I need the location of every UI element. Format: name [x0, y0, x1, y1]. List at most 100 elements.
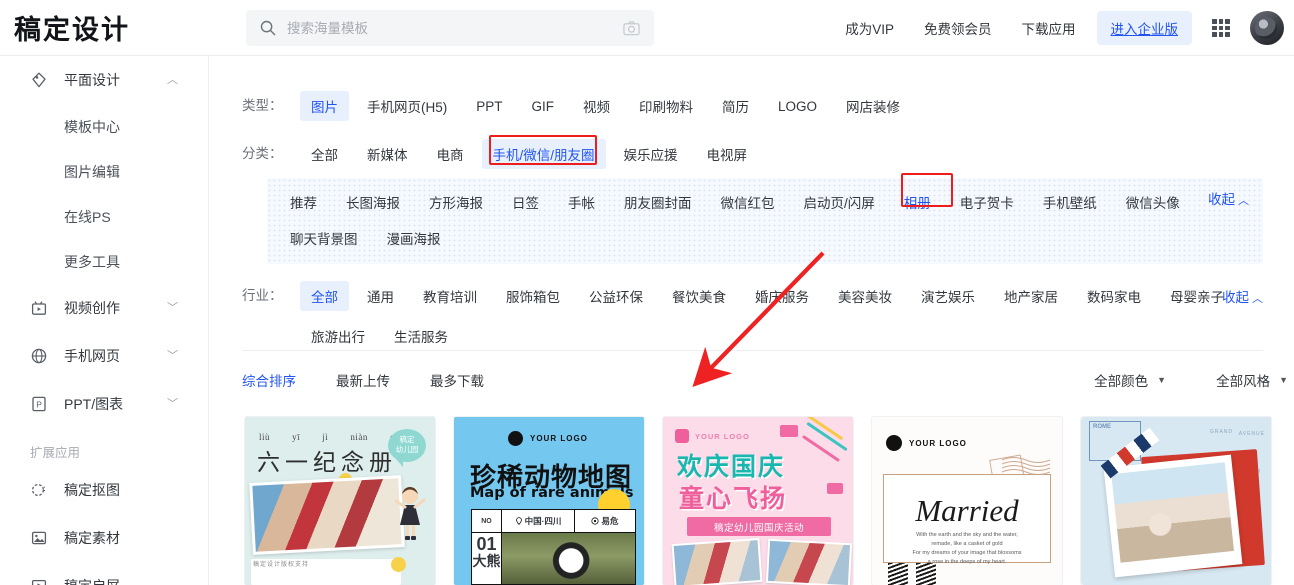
template-card-kindergarten-album[interactable]: liù yī jì niàn cè 六一纪念册 稿定 幼儿园 [245, 417, 435, 585]
sort-newest[interactable]: 最新上传 [336, 370, 390, 390]
sidebar-group-video-creation[interactable]: 视频创作 ﹀ [0, 284, 208, 332]
subcategory-collapse-button[interactable]: 收起 ︿ [1208, 188, 1249, 208]
card4-logo-text: YOUR LOGO [909, 438, 967, 448]
template-card-rare-animals-map[interactable]: YOUR LOGO 珍稀动物地图 Map of rare animals NO … [454, 417, 644, 585]
industry-collapse-button[interactable]: 收起 ︿ [1222, 286, 1263, 307]
sidebar-item-more-tools[interactable]: 更多工具 [0, 239, 208, 284]
sort-comprehensive[interactable]: 综合排序 [242, 370, 296, 390]
subcat-square-poster[interactable]: 方形海报 [420, 188, 492, 216]
card4-title: Married [915, 493, 1019, 528]
subcat-ecard[interactable]: 电子贺卡 [951, 188, 1023, 216]
type-chip-logo[interactable]: LOGO [767, 94, 828, 119]
search-input[interactable] [287, 20, 623, 36]
video-icon [30, 299, 48, 317]
card2-logo-row: YOUR LOGO [508, 431, 588, 446]
subcat-notebook[interactable]: 手帐 [559, 188, 604, 216]
type-chip-video[interactable]: 视频 [572, 91, 621, 121]
sidebar-item-template-center[interactable]: 模板中心 [0, 104, 208, 149]
industry-chip-realestate[interactable]: 地产家居 [993, 281, 1069, 311]
sidebar-item-image-edit[interactable]: 图片编辑 [0, 149, 208, 194]
chevron-down-icon[interactable]: ﹀ [167, 398, 178, 410]
style-filter-select[interactable]: 全部风格 ▼ [1216, 370, 1288, 390]
subcat-daily-sign[interactable]: 日签 [503, 188, 548, 216]
subcat-comic-poster[interactable]: 漫画海报 [378, 224, 450, 252]
enterprise-edition-button[interactable]: 进入企业版 [1096, 11, 1192, 45]
category-chip-ecommerce[interactable]: 电商 [426, 139, 475, 169]
template-card-national-day[interactable]: YOUR LOGO 欢庆国庆 童心飞扬 稿定幼儿园国庆活动 [663, 417, 853, 585]
chevron-down-icon[interactable]: ﹀ [167, 350, 178, 362]
type-chip-print[interactable]: 印刷物料 [628, 91, 704, 121]
card3-logo-text: YOUR LOGO [695, 431, 750, 441]
industry-chip-food[interactable]: 餐饮美食 [661, 281, 737, 311]
camera-icon[interactable] [623, 20, 640, 37]
decor-flag [780, 425, 798, 437]
logo-mark-icon [508, 431, 523, 446]
sidebar-group-mobile-page[interactable]: 手机网页 ﹀ [0, 332, 208, 380]
subcat-album[interactable]: 相册 [895, 188, 940, 216]
template-card-travel-photo[interactable]: ROME GRAND AVENUE DREAD UNITED KINGDOM [1081, 417, 1271, 585]
sidebar-item-online-ps[interactable]: 在线PS [0, 194, 208, 239]
subcat-wechat-avatar[interactable]: 微信头像 [1117, 188, 1189, 216]
subcat-splash-screen[interactable]: 启动页/闪屏 [795, 188, 884, 216]
grid-apps-icon[interactable] [1212, 19, 1230, 37]
industry-chip-education[interactable]: 教育培训 [412, 281, 488, 311]
color-filter-select[interactable]: 全部颜色 ▼ [1094, 370, 1166, 390]
subcat-phone-wallpaper[interactable]: 手机壁纸 [1034, 188, 1106, 216]
industry-chip-beauty[interactable]: 美容美妆 [827, 281, 903, 311]
card3-line2: 童心飞扬 [679, 484, 788, 513]
card1-girl-illustration [393, 485, 427, 541]
sidebar-section-title: 扩展应用 [30, 445, 81, 460]
pinyin-2: yī [292, 432, 301, 442]
header-link-download-app[interactable]: 下载应用 [1007, 18, 1091, 38]
image-icon [30, 529, 48, 547]
card2-panel-body: 01 大熊 [472, 533, 635, 584]
sidebar-item-splash[interactable]: 稿定启屏 [0, 562, 208, 585]
industry-chip-public-welfare[interactable]: 公益环保 [578, 281, 654, 311]
type-chip-h5[interactable]: 手机网页(H5) [356, 91, 458, 121]
sort-most-downloaded[interactable]: 最多下载 [430, 370, 484, 390]
chevron-up-icon[interactable]: ︿ [167, 74, 178, 86]
type-chip-image[interactable]: 图片 [300, 91, 349, 121]
sidebar-item-cutout[interactable]: 稿定抠图 [0, 466, 208, 514]
industry-chip-apparel[interactable]: 服饰箱包 [495, 281, 571, 311]
industry-chip-travel[interactable]: 旅游出行 [300, 321, 376, 351]
card3-photo-1 [671, 537, 763, 585]
subcat-long-poster[interactable]: 长图海报 [337, 188, 409, 216]
industry-chip-wedding[interactable]: 婚庆服务 [744, 281, 820, 311]
subcat-chat-background[interactable]: 聊天背景图 [281, 224, 367, 252]
sidebar-group-graphic-design[interactable]: 平面设计 ︿ [0, 56, 208, 104]
avatar[interactable] [1250, 11, 1284, 45]
sidebar-item-material[interactable]: 稿定素材 [0, 514, 208, 562]
site-logo[interactable]: 稿定设计 [14, 8, 214, 47]
category-chip-all[interactable]: 全部 [300, 139, 349, 169]
card3-ribbon: 稿定幼儿园国庆活动 [687, 517, 831, 536]
industry-chip-performance[interactable]: 演艺娱乐 [910, 281, 986, 311]
industry-chip-all[interactable]: 全部 [300, 281, 349, 311]
type-chip-gif[interactable]: GIF [521, 94, 566, 119]
header-right: 成为VIP 免费领会员 下载应用 进入企业版 [830, 0, 1284, 56]
search-box[interactable] [246, 10, 654, 46]
type-chip-resume[interactable]: 简历 [711, 91, 760, 121]
chevron-down-icon[interactable]: ﹀ [167, 302, 178, 314]
header-link-vip[interactable]: 成为VIP [830, 18, 909, 38]
filter-row-category: 分类： 全部 新媒体 电商 手机/微信/朋友圈 娱乐应援 电视屏 [209, 134, 1294, 174]
ppt-icon: P [30, 395, 48, 413]
type-chip-ppt[interactable]: PPT [465, 94, 513, 119]
category-chip-tv-screen[interactable]: 电视屏 [696, 139, 759, 169]
industry-chip-life-service[interactable]: 生活服务 [383, 321, 459, 351]
category-chip-entertainment[interactable]: 娱乐应援 [613, 139, 689, 169]
template-card-married[interactable]: YOUR LOGO Married With the earth and the… [872, 417, 1062, 585]
filter-label-industry: 行业： [242, 288, 283, 303]
category-chip-new-media[interactable]: 新媒体 [356, 139, 419, 169]
card4-line-2: remade, like a casket of gold [931, 541, 1003, 547]
sidebar-group-ppt-chart[interactable]: P PPT/图表 ﹀ [0, 380, 208, 428]
category-chip-mobile-wechat-moments[interactable]: 手机/微信/朋友圈 [481, 139, 606, 169]
subcat-wechat-redpacket[interactable]: 微信红包 [712, 188, 784, 216]
industry-chip-general[interactable]: 通用 [356, 281, 405, 311]
card2-logo-text: YOUR LOGO [530, 434, 588, 443]
subcat-recommend[interactable]: 推荐 [281, 188, 326, 216]
subcat-moments-cover[interactable]: 朋友圈封面 [615, 188, 701, 216]
type-chip-shop-decor[interactable]: 网店装修 [835, 91, 911, 121]
industry-chip-digital[interactable]: 数码家电 [1076, 281, 1152, 311]
header-link-free-member[interactable]: 免费领会员 [909, 18, 1007, 38]
